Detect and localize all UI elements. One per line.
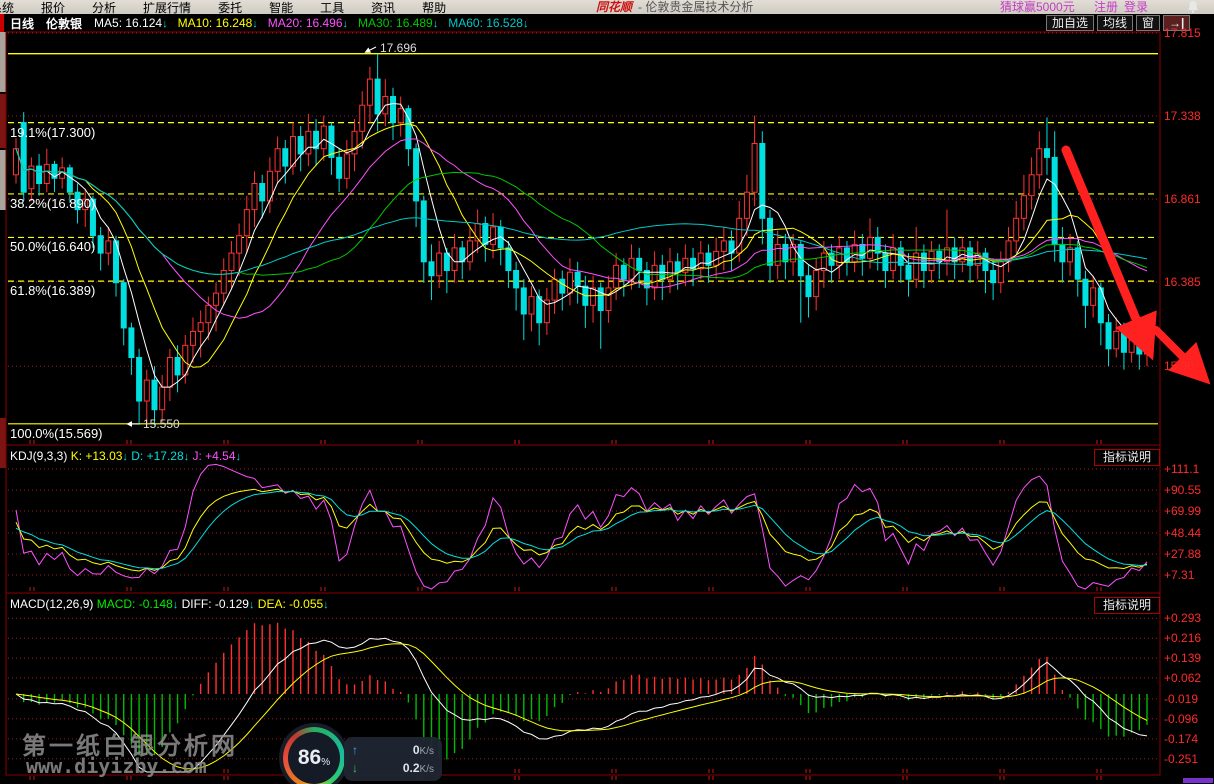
macd-title: MACD(12,26,9) bbox=[10, 597, 93, 611]
macd-diff-value: DIFF: -0.129 bbox=[182, 597, 249, 611]
axis-label: +0.139 bbox=[1164, 651, 1201, 665]
axis-label: +0.293 bbox=[1164, 611, 1201, 625]
macd-dea-value: DEA: -0.055 bbox=[258, 597, 323, 611]
high-price-label: 17.696 bbox=[380, 41, 417, 55]
axis-label: +0.216 bbox=[1164, 631, 1201, 645]
axis-label: +69.99 bbox=[1164, 504, 1201, 518]
fib-level-label: 50.0%(16.640) bbox=[10, 239, 95, 254]
macd-indicator-help-button[interactable]: 指标说明 bbox=[1094, 597, 1160, 614]
fib-level-label: 61.8%(16.389) bbox=[10, 283, 95, 298]
trading-app-window: 系统报价分析扩展行情委托智能工具资讯帮助 同花顺 - 伦敦贵金属技术分析 猜球赢… bbox=[0, 0, 1214, 784]
low-price-label: 15.550 bbox=[143, 417, 180, 431]
download-speed: 0.2 bbox=[403, 761, 420, 775]
axis-label: +111.1 bbox=[1164, 462, 1199, 476]
macd-value: MACD: -0.148 bbox=[97, 597, 173, 611]
kdj-title: KDJ(9,3,3) bbox=[10, 449, 67, 463]
fib-level-label: 19.1%(17.300) bbox=[10, 125, 95, 140]
axis-label: 16.385 bbox=[1164, 275, 1201, 289]
axis-label: 17.338 bbox=[1164, 109, 1201, 123]
macd-legend: MACD(12,26,9) MACD: -0.148↓ DIFF: -0.129… bbox=[10, 597, 329, 612]
axis-label: 16.861 bbox=[1164, 192, 1201, 206]
axis-label: -0.251 bbox=[1164, 752, 1198, 766]
kdj-k-value: K: +13.03 bbox=[71, 449, 123, 463]
kdj-indicator-help-button[interactable]: 指标说明 bbox=[1094, 449, 1160, 466]
watermark-site-url: www.diyizby.com bbox=[26, 754, 207, 778]
upload-speed: 0 bbox=[413, 743, 420, 757]
axis-label: +0.062 bbox=[1164, 671, 1201, 685]
gauge-face: 86 % bbox=[288, 732, 340, 784]
fib-level-label: 100.0%(15.569) bbox=[10, 426, 103, 441]
download-arrow-icon: ↓ bbox=[352, 761, 358, 775]
axis-label: 17.815 bbox=[1164, 26, 1201, 40]
axis-label: +27.88 bbox=[1164, 547, 1201, 561]
network-speed-panel: ↑ 0K/s ↓ 0.2K/s bbox=[344, 737, 442, 781]
gauge-percent: 86 bbox=[298, 746, 321, 770]
upload-arrow-icon: ↑ bbox=[352, 743, 358, 757]
kdj-j-value: J: +4.54 bbox=[192, 449, 235, 463]
axis-label: +48.44 bbox=[1164, 526, 1201, 540]
axis-label: +90.55 bbox=[1164, 483, 1201, 497]
axis-label: +7.31 bbox=[1164, 568, 1194, 582]
kdj-d-value: D: +17.28 bbox=[131, 449, 183, 463]
axis-label: -0.019 bbox=[1164, 692, 1198, 706]
axis-label: -0.096 bbox=[1164, 712, 1198, 726]
kdj-legend: KDJ(9,3,3) K: +13.03↓ D: +17.28↓ J: +4.5… bbox=[10, 449, 241, 464]
axis-label: -0.174 bbox=[1164, 732, 1198, 746]
price-chart-canvas[interactable] bbox=[0, 0, 1214, 784]
bottom-scrollbar-fragment[interactable] bbox=[1183, 778, 1213, 783]
fib-level-label: 38.2%(16.890) bbox=[10, 196, 95, 211]
price-axis: 17.815 17.338 16.861 16.385 15.90 +111.1 +90.5… bbox=[1162, 0, 1214, 784]
network-health-gauge[interactable]: 86 % bbox=[283, 727, 345, 784]
axis-label: 15.90 bbox=[1164, 359, 1194, 373]
